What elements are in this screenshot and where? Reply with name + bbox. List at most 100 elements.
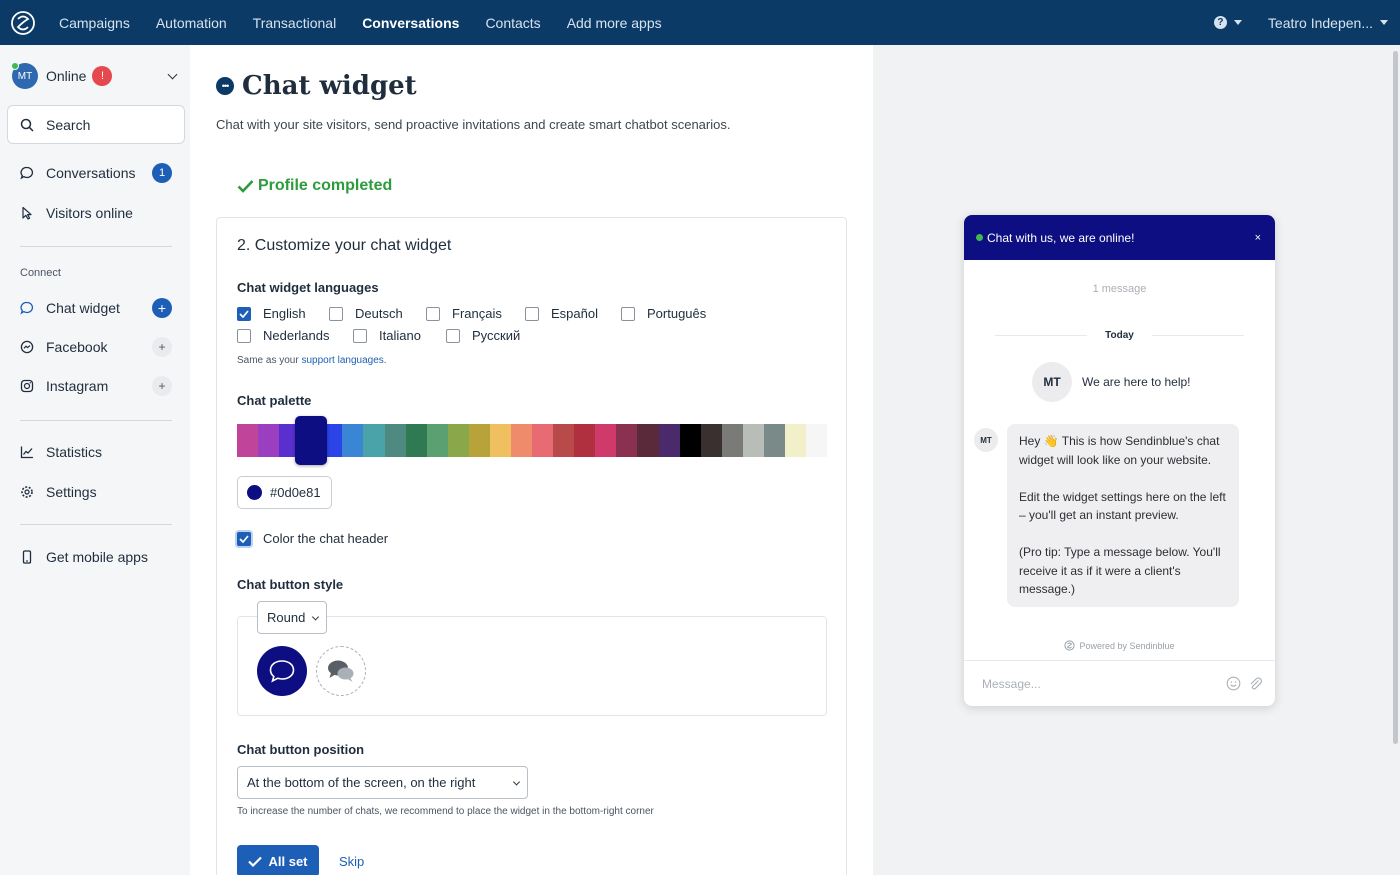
language-checkbox-espanol[interactable]: Español <box>525 306 598 321</box>
close-icon[interactable]: × <box>1255 232 1261 244</box>
support-languages-link[interactable]: support languages <box>301 355 383 366</box>
palette-swatch[interactable] <box>721 424 743 457</box>
help-menu[interactable]: ? <box>1213 16 1242 29</box>
skip-link[interactable]: Skip <box>339 854 364 869</box>
palette-swatch[interactable] <box>616 424 638 457</box>
palette-swatch[interactable] <box>595 424 617 457</box>
checkbox-label: Nederlands <box>263 328 330 343</box>
add-instagram-button[interactable]: + <box>152 376 172 396</box>
palette-swatch[interactable] <box>342 424 364 457</box>
palette-swatch[interactable] <box>489 424 512 457</box>
all-set-button[interactable]: All set <box>237 845 319 875</box>
checkbox-label: Italiano <box>379 328 421 343</box>
nav-conversations[interactable]: Conversations <box>362 15 459 31</box>
sidebar-item-facebook[interactable]: Facebook + <box>20 335 172 359</box>
nav-add-more-apps[interactable]: Add more apps <box>567 15 662 31</box>
palette-swatch[interactable] <box>258 424 280 457</box>
palette-swatch[interactable] <box>532 424 554 457</box>
checkbox-label: Deutsch <box>355 306 403 321</box>
sidebar-item-settings[interactable]: Settings <box>20 480 172 504</box>
powered-by[interactable]: Powered by Sendinblue <box>964 640 1275 651</box>
alert-badge: ! <box>92 66 113 86</box>
sidebar-item-mobile-apps[interactable]: Get mobile apps <box>20 545 172 569</box>
widget-header-text: Chat with us, we are online! <box>987 230 1135 245</box>
message-paragraph: Hey 👋 This is how Sendinblue's chat widg… <box>1019 434 1220 467</box>
account-name: Teatro Indepen... <box>1267 14 1373 31</box>
nav-transactional[interactable]: Transactional <box>253 15 337 31</box>
bubbles-chat-button-option[interactable] <box>316 646 366 696</box>
nav-campaigns[interactable]: Campaigns <box>59 15 130 31</box>
message-input[interactable]: Message... <box>964 660 1275 706</box>
agent-avatar-small: MT <box>974 428 998 452</box>
palette-swatch[interactable] <box>363 424 385 457</box>
languages-label: Chat widget languages <box>237 280 379 295</box>
button-position-select[interactable]: At the bottom of the screen, on the righ… <box>237 766 528 799</box>
language-checkbox-deutsch[interactable]: Deutsch <box>329 306 403 321</box>
palette-swatch[interactable] <box>658 424 680 457</box>
add-chat-widget-button[interactable]: + <box>152 298 172 318</box>
color-swatch-icon <box>247 485 262 500</box>
search-icon <box>20 118 34 132</box>
sidebar-item-conversations[interactable]: Conversations 1 <box>20 161 172 185</box>
search-button[interactable]: Search <box>7 105 185 144</box>
palette-swatch[interactable] <box>447 424 469 457</box>
day-label: Today <box>1105 329 1134 341</box>
palette-swatch[interactable] <box>237 424 259 457</box>
palette-swatch[interactable] <box>511 424 533 457</box>
checkbox-label: Color the chat header <box>263 531 389 546</box>
button-style-select[interactable]: Round <box>257 601 327 634</box>
palette-swatch[interactable] <box>763 424 786 457</box>
language-checkbox-russian[interactable]: Русский <box>446 328 520 343</box>
chevron-down-icon <box>311 612 320 621</box>
round-chat-button-option[interactable] <box>257 646 307 696</box>
palette-swatch[interactable] <box>785 424 807 457</box>
palette-swatch[interactable] <box>405 424 427 457</box>
online-dot-icon <box>976 234 983 241</box>
search-label: Search <box>46 116 91 133</box>
add-facebook-button[interactable]: + <box>152 337 172 357</box>
sidebar-item-label: Chat widget <box>46 300 120 316</box>
checkbox-icon <box>237 328 251 343</box>
account-menu[interactable]: Teatro Indepen... <box>1268 15 1388 31</box>
chat-bubbles-icon <box>328 660 354 682</box>
caret-down-icon <box>1233 20 1242 25</box>
nav-automation[interactable]: Automation <box>156 15 227 31</box>
nav-contacts[interactable]: Contacts <box>485 15 540 31</box>
scrollbar[interactable] <box>1393 51 1398 744</box>
palette-swatch[interactable] <box>679 424 701 457</box>
language-checkbox-francais[interactable]: Français <box>426 306 502 321</box>
palette-swatch[interactable] <box>384 424 406 457</box>
palette-selected-swatch[interactable] <box>295 416 328 465</box>
message-row: MT Hey 👋 This is how Sendinblue's chat w… <box>974 424 1239 607</box>
widget-preview-panel: Chat with us, we are online! × 1 message… <box>873 45 1400 875</box>
language-checkbox-english[interactable]: English <box>237 306 306 321</box>
palette-swatch[interactable] <box>426 424 448 457</box>
language-checkbox-portugues[interactable]: Português <box>621 306 706 321</box>
palette-swatch[interactable] <box>742 424 764 457</box>
palette-swatch[interactable] <box>468 424 490 457</box>
palette-swatch[interactable] <box>700 424 722 457</box>
emoji-icon[interactable] <box>1226 676 1241 691</box>
agent-greeting: We are here to help! <box>1082 375 1191 389</box>
palette-swatch[interactable] <box>574 424 596 457</box>
profile-completed-status[interactable]: Profile completed <box>237 177 392 195</box>
language-checkbox-nederlands[interactable]: Nederlands <box>237 328 330 343</box>
sendinblue-logo-icon <box>1064 640 1076 651</box>
color-header-checkbox[interactable]: Color the chat header <box>237 531 388 546</box>
hex-color-input[interactable]: #0d0e81 <box>237 476 332 509</box>
sidebar-item-statistics[interactable]: Statistics <box>20 440 172 464</box>
palette-swatch[interactable] <box>637 424 659 457</box>
sidebar-item-chat-widget[interactable]: Chat widget + <box>20 296 172 320</box>
messenger-icon <box>20 340 34 354</box>
sidebar-item-visitors-online[interactable]: Visitors online <box>20 201 172 225</box>
palette-swatch[interactable] <box>806 424 828 457</box>
button-position-label: Chat button position <box>237 742 365 757</box>
palette-swatch[interactable] <box>553 424 575 457</box>
language-checkbox-italiano[interactable]: Italiano <box>353 328 421 343</box>
color-palette[interactable] <box>237 416 828 465</box>
paperclip-icon[interactable] <box>1248 676 1263 691</box>
gear-icon <box>20 485 34 499</box>
sendinblue-logo-icon[interactable] <box>0 0 45 45</box>
sidebar-item-instagram[interactable]: Instagram + <box>20 374 172 398</box>
status-selector[interactable]: MT Online ! <box>11 62 180 89</box>
